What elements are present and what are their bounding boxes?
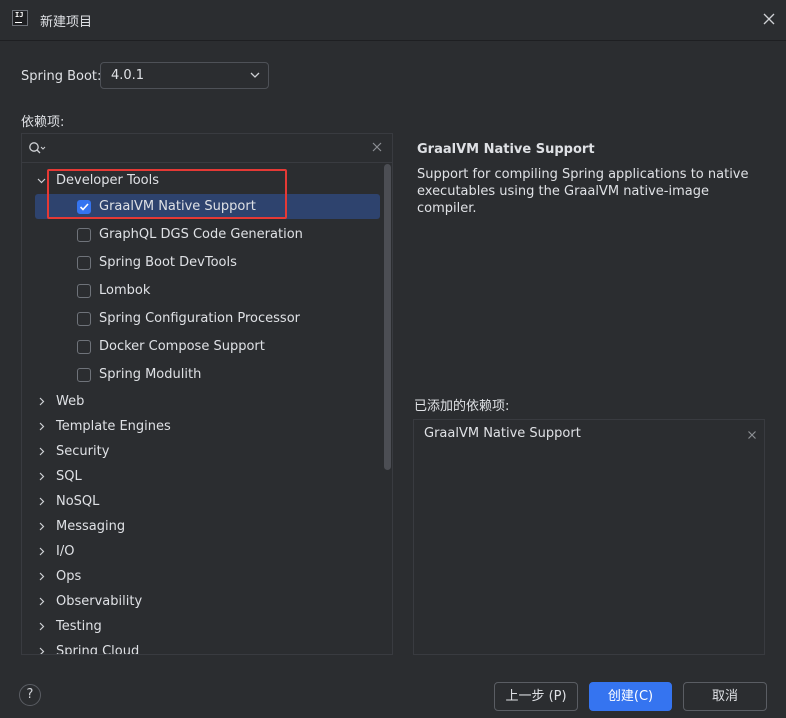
search-divider bbox=[22, 162, 392, 163]
checkbox[interactable] bbox=[77, 284, 91, 298]
tree-item-spring-modulith[interactable]: Spring Modulith bbox=[35, 362, 380, 387]
tree-group-messaging[interactable]: Messaging bbox=[34, 514, 364, 539]
tree-group-ops[interactable]: Ops bbox=[34, 564, 364, 589]
added-dependency-item: GraalVM Native Support bbox=[424, 426, 581, 441]
tree-group-label: Spring Cloud bbox=[56, 644, 140, 655]
added-dependencies-label: 已添加的依赖项: bbox=[414, 399, 510, 414]
tree-group-io[interactable]: I/O bbox=[34, 539, 364, 564]
tree-group-spring-cloud[interactable]: Spring Cloud bbox=[34, 639, 364, 655]
dependency-detail-description: Support for compiling Spring application… bbox=[417, 167, 749, 216]
cancel-button[interactable]: 取消 bbox=[683, 682, 767, 711]
tree-group-security[interactable]: Security bbox=[34, 439, 364, 464]
dependencies-tree-panel: Developer Tools GraalVM Native Support G… bbox=[21, 133, 393, 655]
tree-group-label: Security bbox=[56, 444, 110, 459]
checkbox[interactable] bbox=[77, 256, 91, 270]
chevron-right-icon bbox=[39, 547, 45, 556]
tree-item-graphql-dgs-code-generation[interactable]: GraphQL DGS Code Generation bbox=[35, 222, 380, 247]
chevron-right-icon bbox=[39, 522, 45, 531]
spring-boot-label: Spring Boot: bbox=[21, 69, 102, 84]
create-button[interactable]: 创建(C) bbox=[589, 682, 672, 711]
checkbox-checked[interactable] bbox=[77, 200, 91, 214]
tree-group-label: Developer Tools bbox=[56, 173, 160, 188]
tree-item-graalvm-native-support[interactable]: GraalVM Native Support bbox=[35, 194, 380, 219]
tree-item-label: GraphQL DGS Code Generation bbox=[99, 227, 303, 242]
chevron-right-icon bbox=[39, 422, 45, 431]
tree-group-nosql[interactable]: NoSQL bbox=[34, 489, 364, 514]
chevron-right-icon bbox=[39, 497, 45, 506]
chevron-right-icon bbox=[39, 647, 45, 654]
tree-item-label: Spring Boot DevTools bbox=[99, 255, 237, 270]
chevron-right-icon bbox=[39, 597, 45, 606]
chevron-down-icon bbox=[37, 178, 46, 184]
tree-group-label: Messaging bbox=[56, 519, 126, 534]
tree-item-label: Docker Compose Support bbox=[99, 339, 265, 354]
chevron-right-icon bbox=[39, 447, 45, 456]
spring-boot-version-value: 4.0.1 bbox=[111, 68, 145, 83]
checkmark-icon bbox=[79, 203, 89, 211]
tree-item-lombok[interactable]: Lombok bbox=[35, 278, 380, 303]
title-bar bbox=[0, 0, 786, 40]
intellij-app-icon: IJ bbox=[12, 10, 28, 26]
tree-group-developer-tools[interactable]: Developer Tools bbox=[34, 168, 364, 193]
close-icon[interactable] bbox=[760, 10, 778, 28]
clear-search-icon[interactable] bbox=[371, 141, 383, 153]
window-title: 新建项目 bbox=[40, 15, 93, 30]
tree-group-label: Web bbox=[56, 394, 85, 409]
tree-group-label: NoSQL bbox=[56, 494, 100, 509]
title-divider bbox=[0, 40, 786, 41]
tree-group-web[interactable]: Web bbox=[34, 389, 364, 414]
checkbox[interactable] bbox=[77, 340, 91, 354]
checkbox[interactable] bbox=[77, 368, 91, 382]
search-row bbox=[22, 134, 392, 162]
dependencies-label: 依赖项: bbox=[21, 115, 65, 130]
tree-group-sql[interactable]: SQL bbox=[34, 464, 364, 489]
tree-group-label: SQL bbox=[56, 469, 82, 484]
tree-item-spring-boot-devtools[interactable]: Spring Boot DevTools bbox=[35, 250, 380, 275]
dependency-search-input[interactable] bbox=[52, 138, 372, 158]
spring-boot-version-select[interactable]: 4.0.1 bbox=[100, 62, 269, 89]
help-button[interactable]: ? bbox=[19, 684, 41, 706]
checkbox[interactable] bbox=[77, 228, 91, 242]
tree-group-label: Observability bbox=[56, 594, 143, 609]
tree-item-label: Lombok bbox=[99, 283, 151, 298]
tree-group-testing[interactable]: Testing bbox=[34, 614, 364, 639]
added-dependencies-list: GraalVM Native Support bbox=[413, 419, 765, 655]
chevron-down-icon bbox=[250, 72, 260, 78]
checkbox[interactable] bbox=[77, 312, 91, 326]
tree-scrollbar-thumb[interactable] bbox=[384, 164, 391, 470]
tree-group-observability[interactable]: Observability bbox=[34, 589, 364, 614]
remove-dependency-icon[interactable] bbox=[747, 430, 757, 440]
tree-item-label: Spring Configuration Processor bbox=[99, 311, 300, 326]
chevron-right-icon bbox=[39, 572, 45, 581]
tree-item-label: GraalVM Native Support bbox=[99, 199, 256, 214]
chevron-right-icon bbox=[39, 472, 45, 481]
dependency-detail-title: GraalVM Native Support bbox=[417, 142, 595, 157]
chevron-right-icon bbox=[39, 622, 45, 631]
tree-group-template-engines[interactable]: Template Engines bbox=[34, 414, 364, 439]
tree-group-label: I/O bbox=[56, 544, 75, 559]
tree-group-label: Template Engines bbox=[56, 419, 171, 434]
tree-group-label: Ops bbox=[56, 569, 82, 584]
tree-group-label: Testing bbox=[56, 619, 102, 634]
chevron-right-icon bbox=[39, 397, 45, 406]
tree-item-docker-compose-support[interactable]: Docker Compose Support bbox=[35, 334, 380, 359]
tree-item-spring-configuration-processor[interactable]: Spring Configuration Processor bbox=[35, 306, 380, 331]
tree-item-label: Spring Modulith bbox=[99, 367, 202, 382]
search-icon[interactable] bbox=[28, 141, 46, 155]
previous-button[interactable]: 上一步 (P) bbox=[494, 682, 578, 711]
